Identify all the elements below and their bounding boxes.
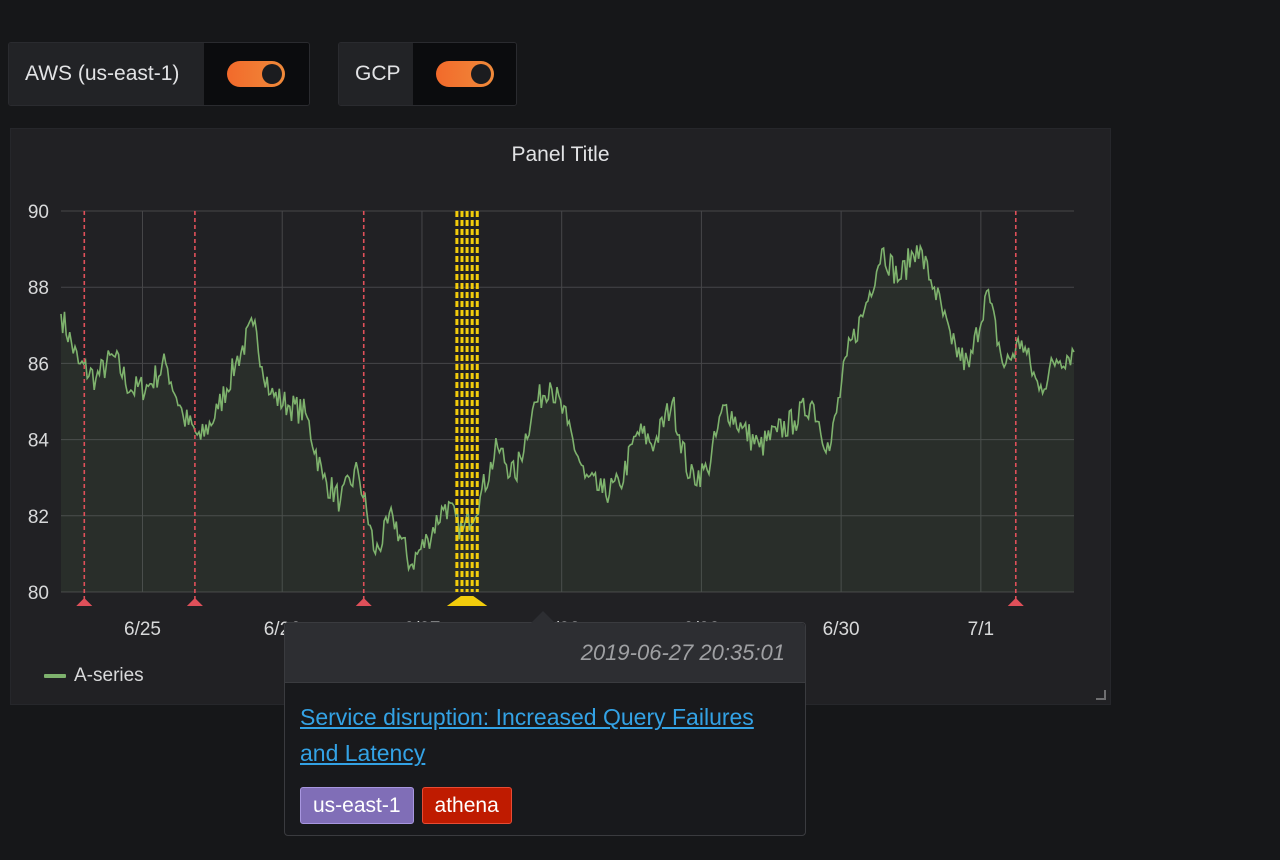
- x-tick-label: 7/1: [968, 619, 994, 640]
- tag-list: us-east-1 athena: [300, 787, 790, 824]
- graph-panel: Panel Title 8082848688906/256/266/276/28…: [10, 128, 1111, 705]
- y-tick-label: 90: [28, 202, 49, 223]
- variable-aws: AWS (us-east-1): [8, 42, 310, 106]
- x-tick-label: 6/30: [823, 619, 860, 640]
- annotation-marker: [186, 598, 203, 606]
- y-tick-label: 84: [28, 431, 50, 452]
- annotation-marker: [1007, 598, 1024, 606]
- y-tick-label: 80: [28, 583, 49, 604]
- annotation-marker: [76, 598, 93, 606]
- variable-gcp-switch[interactable]: [413, 43, 516, 105]
- tooltip-body: Service disruption: Increased Query Fail…: [285, 683, 805, 840]
- variable-gcp: GCP: [338, 42, 517, 106]
- annotation-tooltip: 2019-06-27 20:35:01 Service disruption: …: [284, 611, 806, 836]
- annotation-region-marker: [446, 596, 488, 606]
- legend-swatch[interactable]: [44, 674, 66, 678]
- x-tick-label: 6/25: [124, 619, 161, 640]
- annotation-title-link[interactable]: Service disruption: Increased Query Fail…: [300, 699, 790, 771]
- toggle-track[interactable]: [227, 61, 286, 87]
- y-tick-label: 88: [28, 278, 49, 299]
- toggle-track[interactable]: [435, 61, 494, 87]
- toggle-knob: [262, 64, 283, 84]
- annotation-marker: [355, 598, 372, 606]
- resize-handle[interactable]: [1096, 690, 1106, 700]
- legend-series-name[interactable]: A-series: [74, 665, 144, 687]
- tag-us-east-1[interactable]: us-east-1: [300, 787, 414, 824]
- variable-aws-label: AWS (us-east-1): [9, 43, 204, 105]
- tooltip-arrow: [531, 611, 555, 623]
- variable-gcp-label: GCP: [339, 43, 413, 105]
- y-tick-label: 86: [28, 354, 49, 375]
- toggle-knob: [470, 64, 491, 84]
- variable-aws-switch[interactable]: [203, 43, 309, 105]
- legend: A-series: [44, 665, 144, 687]
- series-layer: [60, 243, 1075, 593]
- tag-athena[interactable]: athena: [421, 787, 512, 824]
- graph-area[interactable]: 8082848688906/256/266/276/286/296/307/1: [11, 129, 1112, 706]
- y-tick-label: 82: [28, 507, 49, 528]
- tooltip-time: 2019-06-27 20:35:01: [285, 623, 805, 683]
